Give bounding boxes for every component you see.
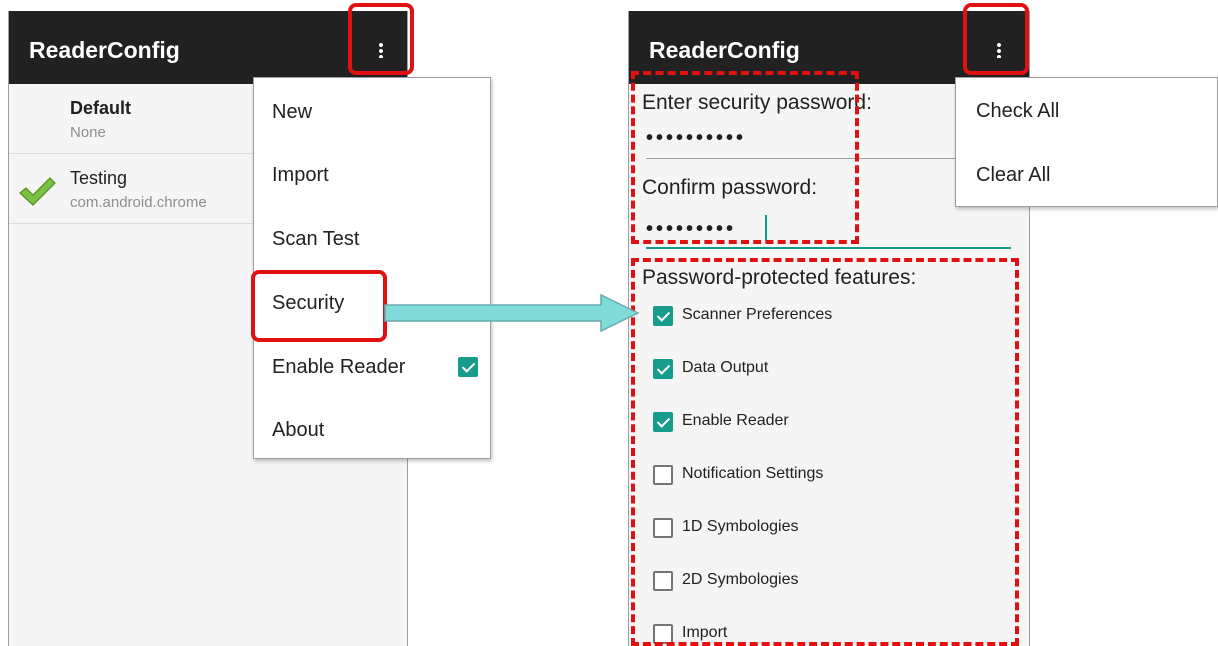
menu-item-about[interactable]: About: [254, 396, 490, 460]
overflow-menu: New Import Scan Test Security Enable Rea…: [253, 77, 491, 459]
enable-reader-checkbox[interactable]: [458, 357, 478, 377]
app-title: ReaderConfig: [649, 37, 800, 63]
menu-item-clear-all[interactable]: Clear All: [956, 142, 1217, 206]
highlight-security-item: [251, 270, 387, 342]
highlight-overflow-left: [348, 3, 414, 75]
menu-item-check-all[interactable]: Check All: [956, 78, 1217, 142]
profile-package: com.android.chrome: [70, 194, 207, 211]
profile-package: None: [70, 124, 106, 141]
overflow-menu: Check All Clear All: [955, 77, 1218, 207]
menu-item-import[interactable]: Import: [254, 141, 490, 205]
profile-name: Default: [70, 98, 132, 118]
arrow-right-icon: [384, 293, 640, 333]
app-title: ReaderConfig: [29, 37, 180, 63]
menu-item-new[interactable]: New: [254, 78, 490, 142]
profile-name: Testing: [70, 168, 128, 188]
menu-item-scan-test[interactable]: Scan Test: [254, 205, 490, 269]
highlight-protected-features: [631, 258, 1019, 646]
active-checkmark-icon: [19, 177, 56, 206]
highlight-overflow-right: [963, 3, 1029, 75]
highlight-password-fields: [631, 71, 859, 244]
menu-item-enable-reader[interactable]: Enable Reader: [254, 333, 490, 397]
confirm-field-underline: [646, 247, 1011, 249]
